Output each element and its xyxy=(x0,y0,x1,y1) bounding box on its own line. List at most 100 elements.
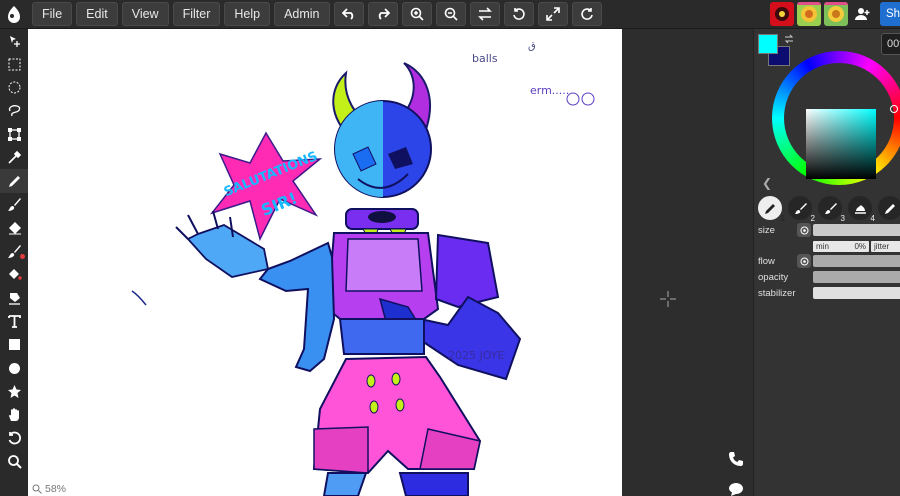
active-indicator xyxy=(20,253,25,259)
drawing-canvas[interactable]: balls ق erm..... SALUTATIONS SIR! 2025 J… xyxy=(28,29,622,496)
zoom-value: 58% xyxy=(45,483,67,495)
rect-select-tool[interactable] xyxy=(0,52,28,75)
swap-colors-icon[interactable] xyxy=(784,32,794,47)
ellipse-select-tool[interactable] xyxy=(0,76,28,99)
flow-slider[interactable] xyxy=(813,255,900,267)
canvas-viewport[interactable]: balls ق erm..... SALUTATIONS SIR! 2025 J… xyxy=(28,29,753,496)
lasso-tool[interactable] xyxy=(0,99,28,122)
saturation-value-square[interactable] xyxy=(806,109,876,179)
flow-pressure-toggle[interactable] xyxy=(797,254,811,268)
flow-label: flow xyxy=(758,256,775,267)
lasso-icon xyxy=(8,105,20,117)
chat-bubble-icon xyxy=(729,483,743,496)
rotate-left-button[interactable] xyxy=(503,2,534,26)
shape-tool[interactable] xyxy=(0,380,28,403)
help-menu[interactable]: Help xyxy=(224,2,271,26)
zoom-icon xyxy=(7,455,22,469)
ellipse-tool[interactable] xyxy=(0,356,28,379)
avatar[interactable] xyxy=(797,2,821,26)
add-user-button[interactable] xyxy=(852,2,874,26)
blend-tool[interactable] xyxy=(0,240,28,263)
eyedropper-tool[interactable] xyxy=(0,146,28,169)
saturation-value-handle[interactable] xyxy=(890,105,898,113)
collapse-panel-icon[interactable]: ❮ xyxy=(762,176,772,190)
brush-preset-3[interactable]: 3 xyxy=(818,196,845,223)
avatar[interactable] xyxy=(824,2,848,26)
size-min-field[interactable]: min 0% xyxy=(813,241,869,252)
pencil-icon xyxy=(8,175,20,187)
hand-tool[interactable] xyxy=(0,403,28,426)
fill-tool[interactable] xyxy=(0,263,28,286)
size-pressure-toggle[interactable] xyxy=(797,223,811,237)
crosshair-cursor-icon xyxy=(660,291,676,310)
primary-color-swatch[interactable] xyxy=(758,34,778,54)
rect-select-icon xyxy=(8,58,20,71)
transform-icon xyxy=(7,127,21,141)
move-tool[interactable] xyxy=(0,29,28,52)
undo-button[interactable] xyxy=(333,2,364,26)
rotate-view-icon xyxy=(8,431,21,445)
zoom-out-button[interactable] xyxy=(435,2,466,26)
hex-color-input[interactable]: 00f xyxy=(881,33,900,55)
brush-preset-4[interactable]: 4 xyxy=(848,196,875,223)
brush-number: 4 xyxy=(870,214,875,223)
chat-button[interactable] xyxy=(728,481,744,496)
rotate-right-button[interactable] xyxy=(571,2,602,26)
brush-preset-2[interactable]: 2 xyxy=(788,196,815,223)
rotate-tool[interactable] xyxy=(0,427,28,450)
zoom-in-button[interactable] xyxy=(401,2,432,26)
eraser-tool[interactable] xyxy=(0,216,28,239)
brush-number: 1 xyxy=(780,214,785,223)
view-menu[interactable]: View xyxy=(121,2,169,26)
hand-icon xyxy=(8,408,19,422)
size-slider[interactable] xyxy=(813,224,900,236)
brush-preset-1[interactable]: 1 xyxy=(758,196,785,223)
brush-preset-5[interactable]: 5 xyxy=(878,196,900,220)
signature-text: 2025 JOYE xyxy=(448,349,505,362)
ellipse-select-icon xyxy=(8,81,20,94)
zoom-indicator[interactable]: 58% xyxy=(32,483,66,495)
pencil-icon xyxy=(884,203,895,214)
rectangle-icon xyxy=(8,339,20,351)
text-tool[interactable] xyxy=(0,310,28,333)
phone-icon xyxy=(729,452,743,466)
brush-icon xyxy=(794,202,807,214)
opacity-slider[interactable] xyxy=(813,271,900,283)
pressure-icon xyxy=(800,257,808,265)
eyedropper-icon xyxy=(7,151,21,164)
jitter-field[interactable]: jitter xyxy=(871,241,900,252)
pencil-tool[interactable] xyxy=(0,169,28,193)
transform-tool[interactable] xyxy=(0,123,28,146)
smudge-icon xyxy=(854,204,866,214)
fullscreen-button[interactable] xyxy=(537,2,568,26)
filter-menu[interactable]: Filter xyxy=(172,2,221,26)
rotate-left-icon xyxy=(512,8,525,20)
artwork: balls ق erm..... SALUTATIONS SIR! 2025 J… xyxy=(131,41,595,496)
redo-icon xyxy=(378,8,390,20)
share-button[interactable]: Sh xyxy=(880,2,900,26)
brush-icon xyxy=(824,202,837,214)
file-menu[interactable]: File xyxy=(32,2,73,26)
gradient-tool[interactable] xyxy=(0,286,28,309)
color-brush-panel: 00f ❮ 1 2 3 4 5 size min xyxy=(753,29,900,496)
edit-menu[interactable]: Edit xyxy=(76,2,118,26)
brush-tool[interactable] xyxy=(0,193,28,216)
rectangle-tool[interactable] xyxy=(0,333,28,356)
avatar[interactable] xyxy=(770,2,794,26)
voice-call-button[interactable] xyxy=(728,451,744,470)
redo-button[interactable] xyxy=(367,2,398,26)
stabilizer-slider[interactable] xyxy=(813,287,900,299)
hue-wheel[interactable] xyxy=(772,51,900,207)
move-icon xyxy=(9,36,20,48)
zoom-tool[interactable] xyxy=(0,450,28,473)
brush-presets: 1 2 3 4 5 xyxy=(758,196,900,223)
app-logo-icon[interactable] xyxy=(0,0,28,29)
paint-bucket-icon xyxy=(8,269,22,280)
user-avatars xyxy=(770,2,848,26)
gradient-icon xyxy=(8,293,20,306)
flip-button[interactable] xyxy=(469,2,500,26)
undo-icon xyxy=(341,8,353,20)
svg-text:balls: balls xyxy=(472,52,498,65)
admin-menu[interactable]: Admin xyxy=(274,2,330,26)
erm-text: erm..... xyxy=(530,84,569,97)
